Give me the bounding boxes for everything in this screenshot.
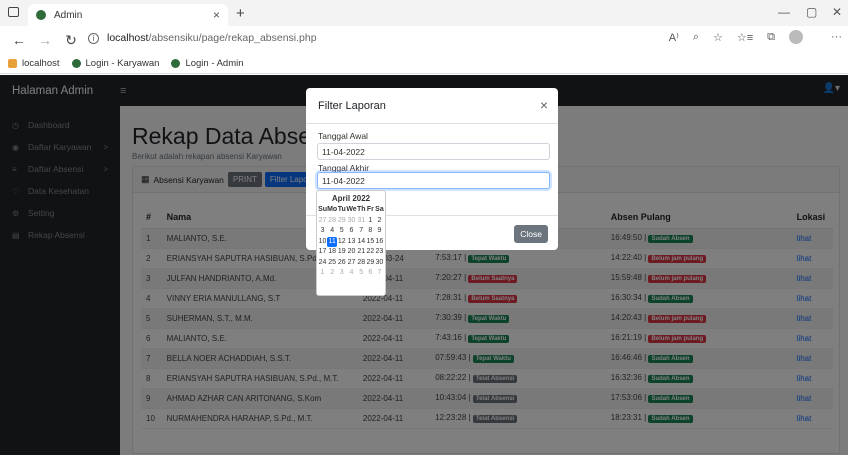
datepicker: April 2022 Su Mo Tu We Th Fr Sa 27 28 29 30 31 1 2 3 4 5… (316, 190, 386, 296)
weekday-header: Th (356, 206, 366, 213)
datepicker-day[interactable]: 27 (318, 216, 327, 227)
datepicker-day[interactable]: 28 (327, 216, 337, 227)
datepicker-day[interactable]: 12 (337, 237, 346, 248)
datepicker-day[interactable]: 8 (366, 226, 375, 237)
datepicker-day[interactable]: 28 (357, 258, 366, 269)
bookmark-label: localhost (22, 58, 60, 69)
datepicker-day[interactable]: 24 (318, 258, 327, 269)
browser-toolbar: A⁾ ⌕ ☆ ☆≡ ⧉ ··· (669, 30, 848, 44)
url-host: localhost (107, 32, 149, 44)
datepicker-day[interactable]: 7 (375, 268, 384, 279)
datepicker-day[interactable]: 11 (327, 236, 338, 247)
address-bar: ← → ↻ i localhost/absensiku/page/rekap_a… (0, 26, 848, 54)
datepicker-day[interactable]: 6 (366, 268, 375, 279)
window-close-icon[interactable]: ✕ (832, 5, 842, 19)
datepicker-day[interactable]: 2 (375, 216, 384, 227)
datepicker-day[interactable]: 20 (346, 247, 356, 258)
datepicker-day[interactable]: 6 (346, 226, 356, 237)
more-icon[interactable]: ··· (831, 31, 842, 43)
browser-tab[interactable]: Admin × (28, 4, 228, 26)
tanggal-awal-input[interactable] (317, 143, 550, 160)
bookmark-login-karyawan[interactable]: Login - Karyawan (71, 58, 160, 69)
datepicker-day[interactable]: 4 (346, 268, 356, 279)
datepicker-day[interactable]: 29 (366, 258, 375, 269)
new-tab-icon[interactable]: + (236, 5, 245, 22)
bookmark-favicon-icon (171, 59, 181, 68)
site-info-icon[interactable]: i (88, 32, 99, 44)
tab-actions-icon[interactable] (8, 7, 19, 17)
back-icon[interactable]: ← (12, 32, 26, 48)
profile-avatar[interactable] (789, 30, 803, 44)
url-field[interactable]: i localhost/absensiku/page/rekap_absensi… (88, 32, 317, 44)
modal-header: Filter Laporan × (306, 88, 558, 124)
datepicker-day[interactable]: 15 (366, 237, 375, 248)
modal-title: Filter Laporan (318, 99, 386, 112)
datepicker-day[interactable]: 17 (318, 247, 327, 258)
close-icon[interactable]: × (540, 97, 548, 113)
datepicker-day[interactable]: 13 (346, 237, 356, 248)
datepicker-day[interactable]: 27 (346, 258, 356, 269)
datepicker-day[interactable]: 1 (318, 268, 327, 279)
tab-favicon-icon (36, 10, 46, 20)
minimize-icon[interactable]: — (778, 5, 790, 19)
datepicker-month-title[interactable]: April 2022 (318, 193, 384, 205)
close-button[interactable]: Close (514, 225, 548, 243)
tab-close-icon[interactable]: × (213, 8, 220, 22)
favorites-bar-icon[interactable]: ☆≡ (737, 31, 753, 44)
weekday-header: Su (318, 206, 328, 213)
tanggal-akhir-input[interactable] (317, 172, 550, 189)
forward-icon[interactable]: → (38, 32, 52, 48)
weekday-header: Mo (327, 206, 338, 213)
bookmarks-bar: localhost Login - Karyawan Login - Admin (0, 54, 848, 74)
datepicker-day[interactable]: 26 (337, 258, 346, 269)
datepicker-day[interactable]: 21 (357, 247, 366, 258)
tanggal-awal-label: Tanggal Awal (318, 131, 368, 141)
datepicker-day[interactable]: 5 (357, 268, 366, 279)
weekday-header: We (346, 206, 357, 213)
restore-icon[interactable]: ▢ (806, 5, 817, 19)
datepicker-day[interactable]: 18 (327, 247, 337, 258)
bookmark-login-admin[interactable]: Login - Admin (171, 58, 244, 69)
datepicker-day[interactable]: 14 (357, 237, 366, 248)
refresh-icon[interactable]: ↻ (64, 32, 78, 49)
datepicker-day[interactable]: 9 (375, 226, 384, 237)
datepicker-day[interactable]: 1 (366, 216, 375, 227)
weekday-header: Fr (366, 206, 374, 213)
datepicker-day[interactable]: 10 (318, 237, 327, 248)
tab-title: Admin (54, 9, 83, 21)
datepicker-day[interactable]: 31 (357, 216, 366, 227)
datepicker-day[interactable]: 30 (346, 216, 356, 227)
datepicker-day[interactable]: 16 (375, 237, 384, 248)
datepicker-day[interactable]: 3 (337, 268, 346, 279)
datepicker-grid: Su Mo Tu We Th Fr Sa 27 28 29 30 31 1 2 3 4 5 6 7 8 9 10 11 12 1… (318, 205, 384, 279)
datepicker-day[interactable]: 23 (375, 247, 384, 258)
url-path: /absensiku/page/rekap_absensi.php (148, 32, 317, 44)
datepicker-day[interactable]: 30 (375, 258, 384, 269)
weekday-header: Sa (375, 206, 384, 213)
favorites-icon[interactable]: ☆ (713, 31, 723, 44)
localhost-icon (8, 59, 17, 68)
datepicker-day[interactable]: 5 (337, 226, 346, 237)
datepicker-day[interactable]: 22 (366, 247, 375, 258)
datepicker-day[interactable]: 4 (327, 226, 337, 237)
bookmark-localhost[interactable]: localhost (8, 58, 60, 69)
read-aloud-icon[interactable]: A⁾ (669, 31, 679, 44)
datepicker-day[interactable]: 25 (327, 258, 337, 269)
bookmark-label: Login - Admin (185, 58, 244, 69)
bookmark-favicon-icon (71, 59, 81, 68)
bookmark-label: Login - Karyawan (85, 58, 160, 69)
datepicker-day[interactable]: 2 (327, 268, 337, 279)
datepicker-day[interactable]: 3 (318, 226, 327, 237)
zoom-icon[interactable]: ⌕ (693, 31, 699, 44)
browser-tab-bar: Admin × + — ▢ ✕ (0, 0, 848, 26)
collections-icon[interactable]: ⧉ (767, 31, 775, 44)
datepicker-day[interactable]: 19 (337, 247, 346, 258)
datepicker-day[interactable]: 7 (357, 226, 366, 237)
weekday-header: Tu (337, 206, 346, 213)
datepicker-day[interactable]: 29 (337, 216, 346, 227)
